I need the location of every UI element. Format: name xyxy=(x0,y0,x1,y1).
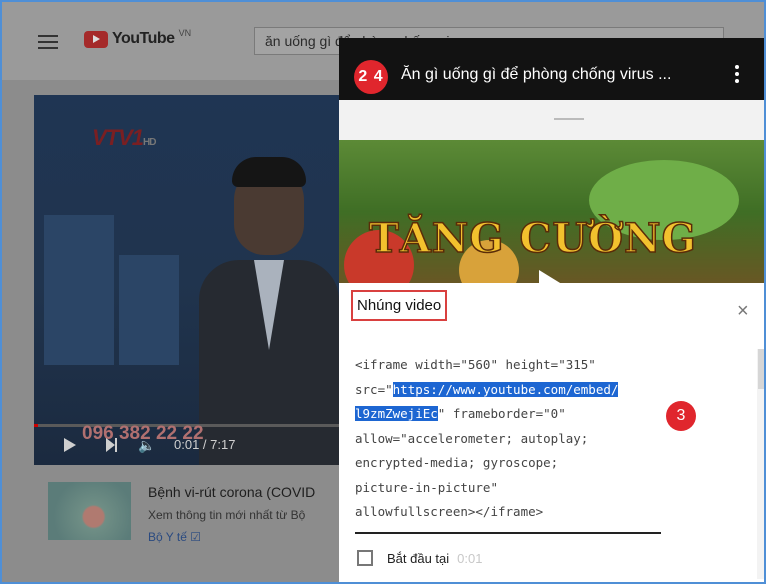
start-at-label: Bắt đầu tại xyxy=(387,550,450,566)
code-line: allowfullscreen></iframe> xyxy=(355,504,544,519)
hamburger-menu-icon[interactable] xyxy=(38,35,58,49)
code-line: allow="accelerometer; autoplay; xyxy=(355,430,589,446)
code-line: " frameborder="0" xyxy=(437,406,566,421)
news-anchor xyxy=(199,135,339,465)
start-at-time[interactable]: 0:01 xyxy=(457,551,482,566)
scrollbar[interactable] xyxy=(757,349,766,579)
video-title: Ăn gì uống gì để phòng chống virus ... xyxy=(401,66,672,83)
selected-video-id: l9zmZwejiEc xyxy=(355,406,438,421)
youtube-play-icon xyxy=(84,30,108,48)
volume-icon[interactable]: 🔈 xyxy=(138,437,155,454)
code-line: encrypted-media; gyroscope; xyxy=(355,455,559,470)
info-title[interactable]: Bệnh vi-rút corona (COVID xyxy=(148,484,315,500)
next-icon[interactable] xyxy=(106,438,118,452)
info-description: Xem thông tin mới nhất từ Bộ xyxy=(148,508,306,522)
step-3-badge: 3 xyxy=(666,401,696,431)
step-badge: 2 4 xyxy=(354,60,388,94)
embed-header: Nhúng video × xyxy=(339,283,766,339)
region-label: VN xyxy=(178,28,192,38)
embed-code-textarea[interactable]: <iframe width="560" height="315" src="ht… xyxy=(355,353,665,525)
code-line: <iframe width="560" height="315" xyxy=(355,357,596,372)
screenshot-frame: YouTube VN ăn uống gì để phòng chống vir… xyxy=(0,0,766,584)
embed-title: Nhúng video xyxy=(351,290,448,321)
info-source-link[interactable]: Bộ Y tế ☑ xyxy=(148,530,201,544)
time-display: 0:01 / 7:17 xyxy=(174,437,236,452)
background-building xyxy=(119,255,179,365)
close-icon[interactable]: × xyxy=(737,301,749,321)
scrollbar-thumb[interactable] xyxy=(758,349,765,389)
background-building xyxy=(44,215,114,365)
thumbnail-banner-text: TĂNG CƯỜNG xyxy=(368,214,697,263)
channel-logo-text: VTV1 xyxy=(92,125,144,150)
player-controls: 096 382 22 22 🔈 0:01 / 7:17 xyxy=(34,420,340,465)
textarea-underline xyxy=(355,532,661,534)
code-line: picture-in-picture" xyxy=(355,479,498,495)
virus-thumbnail xyxy=(48,482,131,540)
info-panel[interactable]: Bệnh vi-rút corona (COVID Xem thông tin … xyxy=(48,478,340,574)
channel-logo: VTV1HD xyxy=(92,125,157,151)
start-at-checkbox[interactable] xyxy=(357,550,373,566)
dialog-video-header: 2 4 Ăn gì uống gì để phòng chống virus .… xyxy=(339,38,766,100)
start-at-row: Bắt đầu tại 0:01 xyxy=(357,550,482,566)
selected-url: https://www.youtube.com/embed/ xyxy=(392,381,619,397)
video-player[interactable]: VTV1HD xyxy=(34,95,340,465)
share-embed-dialog: 2 4 Ăn gì uống gì để phòng chống virus .… xyxy=(339,38,766,584)
more-options-icon[interactable] xyxy=(735,65,739,86)
youtube-logo[interactable]: YouTube VN xyxy=(84,28,192,48)
youtube-wordmark: YouTube xyxy=(112,30,175,47)
play-icon[interactable] xyxy=(64,438,76,452)
code-line: src=" xyxy=(355,381,393,397)
anchor-hair xyxy=(232,157,306,187)
channel-logo-suffix: HD xyxy=(143,137,156,148)
embed-code-area[interactable]: <iframe width="560" height="315" src="ht… xyxy=(339,339,766,584)
thumbnail-top-strip xyxy=(339,100,766,140)
